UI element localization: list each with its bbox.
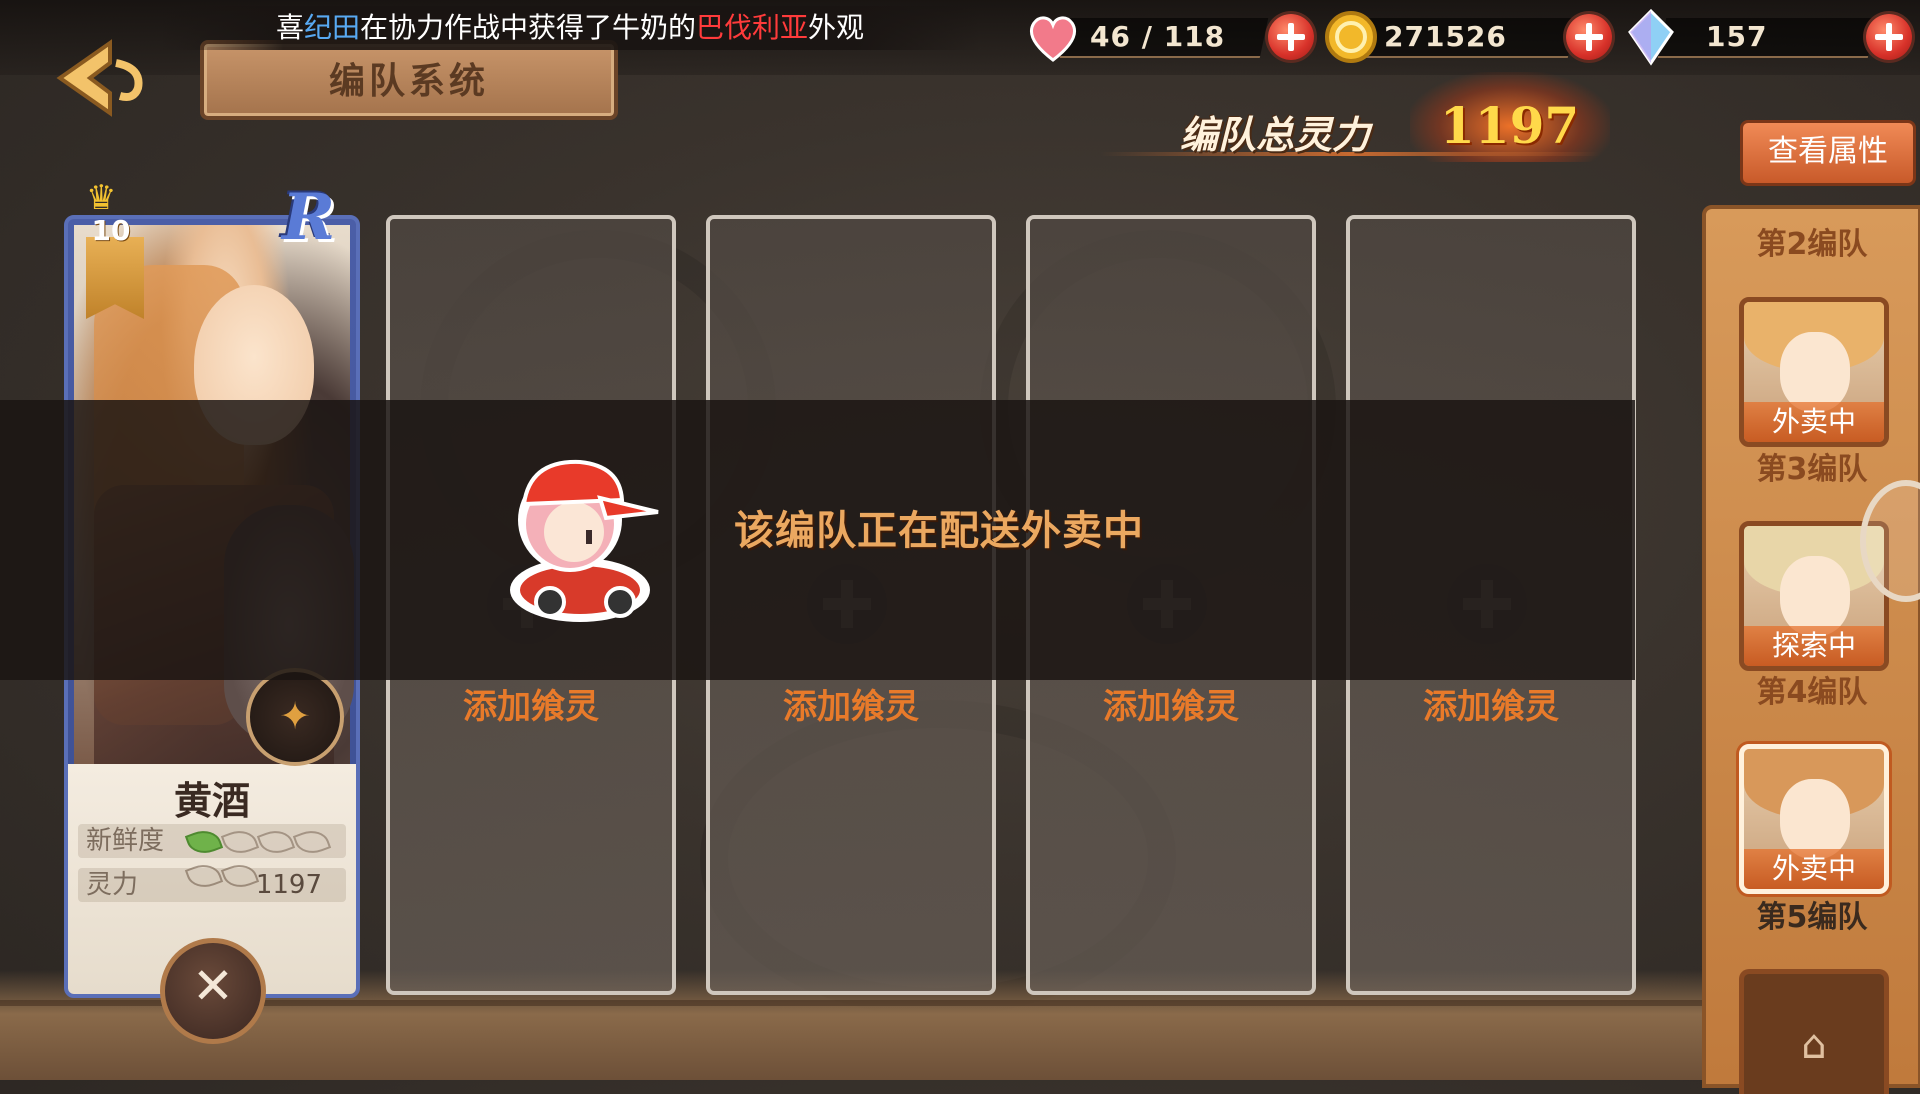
add-stamina-button[interactable] [1268, 14, 1314, 60]
team-power-label: 编队总灵力 [1180, 113, 1371, 157]
power-row: 灵力 1197 [78, 868, 346, 902]
announcement-middle: 在协力作战中获得了牛奶的 [359, 11, 696, 44]
team-5-label[interactable]: 第5编队 [1706, 892, 1918, 936]
crystal-resource: 157 [1622, 8, 1912, 66]
element-glyph: ✦ [279, 694, 311, 738]
crystal-value: 157 [1706, 20, 1768, 53]
team-5-status: 外卖中 [1744, 849, 1884, 889]
team-3-status: 外卖中 [1744, 402, 1884, 442]
stamina-resource: 46 / 118 [1024, 8, 1314, 66]
element-icon: ✦ [246, 668, 344, 766]
team-2-label[interactable]: 第2编队 [1706, 219, 1918, 263]
team-list-panel: 第2编队 外卖中 第3编队 探索中 第4编队 外卖中 第5编队 ⌂ [1702, 205, 1920, 1094]
add-spirit-label: 添加飨灵 [783, 687, 919, 727]
announcement-banner: 喜纪田在协力作战中获得了牛奶的巴伐利亚外观 [160, 6, 980, 50]
team-4-label[interactable]: 第4编队 [1706, 667, 1918, 711]
crystal-icon [1628, 8, 1674, 66]
freshness-leaf-icon [184, 825, 224, 859]
locked-team-slot[interactable]: ⌂ [1739, 969, 1889, 1094]
add-gold-button[interactable] [1566, 14, 1612, 60]
team-power-value: 1197 [1440, 96, 1580, 155]
portrait-face [1780, 556, 1850, 636]
portrait-face [1780, 332, 1850, 412]
gold-resource: 271526 [1322, 8, 1612, 66]
portrait-face [1780, 779, 1850, 859]
add-spirit-label: 添加飨灵 [463, 687, 599, 727]
delivery-overlay: 该编队正在配送外卖中 [0, 400, 1635, 680]
freshness-leaf-icon [292, 825, 332, 859]
power-value: 1197 [255, 870, 322, 900]
freshness-row: 新鲜度 [78, 824, 346, 893]
announcement-prefix: 喜 [275, 11, 304, 44]
fork-knife-icon: ✕ [192, 957, 234, 1015]
team-4-status: 探索中 [1744, 626, 1884, 666]
power-label: 灵力 [86, 870, 139, 900]
gold-coin-icon [1325, 11, 1377, 63]
add-spirit-label: 添加飨灵 [1423, 687, 1559, 727]
back-arrow-icon [56, 39, 143, 117]
title-plate: 编队系统 [200, 40, 618, 120]
team-3-portrait[interactable]: 外卖中 [1739, 297, 1889, 447]
character-level: 10 [91, 214, 131, 247]
heart-icon [1029, 16, 1077, 62]
team-3-label[interactable]: 第3编队 [1706, 444, 1918, 488]
utensil-button[interactable]: ✕ [160, 938, 266, 1044]
freshness-leaf-icon [220, 825, 260, 859]
character-name: 黄酒 [173, 778, 250, 823]
delivery-message: 该编队正在配送外卖中 [734, 508, 1144, 554]
freshness-leaf-icon [256, 825, 296, 859]
view-attributes-button[interactable]: 查看属性 [1740, 120, 1916, 186]
rarity-badge: R [282, 180, 336, 255]
announcement-player: 纪田 [303, 11, 360, 44]
add-crystal-button[interactable] [1866, 14, 1912, 60]
add-spirit-label: 添加飨灵 [1103, 687, 1239, 727]
team-5-portrait[interactable]: 外卖中 [1739, 744, 1889, 894]
delivery-mascot-icon [510, 459, 659, 622]
announcement-suffix: 外观 [808, 11, 865, 44]
back-button[interactable] [50, 38, 150, 118]
page-title: 编队系统 [328, 61, 489, 102]
gold-value: 271526 [1384, 20, 1507, 53]
announcement-item: 巴伐利亚 [696, 11, 809, 44]
stamina-value: 46 / 118 [1090, 20, 1226, 53]
freshness-label: 新鲜度 [86, 826, 165, 856]
crown-icon: ♛ [86, 178, 117, 218]
lock-icon: ⌂ [1801, 1022, 1827, 1068]
